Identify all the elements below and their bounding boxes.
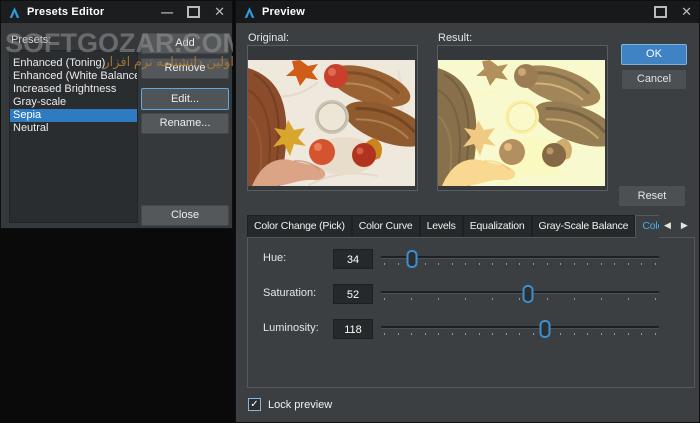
hue-slider[interactable]: [381, 249, 659, 271]
colorization-panel: Hue: 34 Saturation: 52 Luminosity: 118: [247, 237, 695, 388]
list-item[interactable]: Sepia: [10, 109, 137, 122]
luminosity-label: Luminosity:: [263, 322, 319, 334]
result-image: [438, 60, 605, 186]
slider-ticks: [384, 333, 656, 336]
saturation-label: Saturation:: [263, 287, 316, 299]
result-preview-frame[interactable]: [437, 45, 608, 191]
tab-scroll-right-icon[interactable]: ▶: [681, 218, 688, 232]
slider-track: [381, 326, 659, 329]
maximize-icon[interactable]: [654, 6, 667, 18]
maximize-icon[interactable]: [187, 6, 200, 18]
preview-window: Preview ✕ Original: Result:: [235, 0, 700, 423]
luminosity-row: Luminosity: 118: [248, 318, 694, 340]
result-label: Result:: [438, 32, 472, 44]
hue-label: Hue:: [263, 252, 286, 264]
list-item[interactable]: Increased Brightness: [10, 83, 137, 96]
luminosity-slider[interactable]: [381, 319, 659, 341]
close-icon[interactable]: ✕: [681, 7, 692, 17]
window-title: Preview: [262, 6, 305, 18]
watermark-subtext: اولین دانشنامه نرم افزار: [92, 54, 234, 70]
tab-color-change-pick[interactable]: Color Change (Pick): [247, 215, 352, 238]
slider-handle[interactable]: [523, 285, 534, 303]
edit-button[interactable]: Edit...: [141, 88, 229, 110]
original-label: Original:: [248, 32, 289, 44]
original-image: [248, 60, 415, 186]
tab-gray-scale-balance[interactable]: Gray-Scale Balance: [532, 215, 636, 238]
tab-colorization[interactable]: Colorization: [635, 215, 659, 238]
lock-preview-checkbox[interactable]: [248, 398, 261, 411]
slider-handle[interactable]: [406, 250, 417, 268]
app-logo-icon: [8, 6, 21, 19]
ok-button[interactable]: OK: [621, 44, 687, 65]
presets-editor-titlebar[interactable]: Presets Editor — ✕: [1, 1, 232, 23]
original-preview-frame[interactable]: [247, 45, 418, 191]
saturation-value-field[interactable]: 52: [333, 284, 373, 304]
slider-ticks: [384, 263, 656, 266]
slider-handle[interactable]: [540, 320, 551, 338]
saturation-slider[interactable]: [381, 284, 659, 306]
tab-color-curve[interactable]: Color Curve: [352, 215, 420, 238]
list-item[interactable]: Gray-scale: [10, 96, 137, 109]
slider-ticks: [384, 298, 656, 301]
slider-track: [381, 256, 659, 259]
saturation-row: Saturation: 52: [248, 283, 694, 305]
list-item[interactable]: Neutral: [10, 122, 137, 135]
reset-button[interactable]: Reset: [618, 185, 686, 207]
app-logo-icon: [243, 6, 256, 19]
close-button[interactable]: Close: [141, 205, 229, 226]
minimize-icon[interactable]: —: [161, 7, 173, 17]
slider-track: [381, 291, 659, 294]
tab-equalization[interactable]: Equalization: [463, 215, 532, 238]
lock-preview-row: Lock preview: [248, 398, 332, 411]
tab-scroll-left-icon[interactable]: ◀: [664, 218, 671, 232]
close-icon[interactable]: ✕: [214, 7, 225, 17]
cancel-button[interactable]: Cancel: [621, 69, 687, 90]
lock-preview-label: Lock preview: [268, 399, 332, 411]
presets-list[interactable]: Enhanced (Toning) Enhanced (White Balanc…: [9, 50, 138, 223]
luminosity-value-field[interactable]: 118: [333, 319, 373, 339]
tab-bar: Color Change (Pick) Color Curve Levels E…: [247, 215, 659, 238]
tab-levels[interactable]: Levels: [420, 215, 463, 238]
list-item[interactable]: Enhanced (White Balance): [10, 70, 137, 83]
hue-row: Hue: 34: [248, 248, 694, 270]
hue-value-field[interactable]: 34: [333, 249, 373, 269]
preview-titlebar[interactable]: Preview ✕: [236, 1, 699, 23]
window-title: Presets Editor: [27, 6, 104, 18]
rename-button[interactable]: Rename...: [141, 113, 229, 134]
